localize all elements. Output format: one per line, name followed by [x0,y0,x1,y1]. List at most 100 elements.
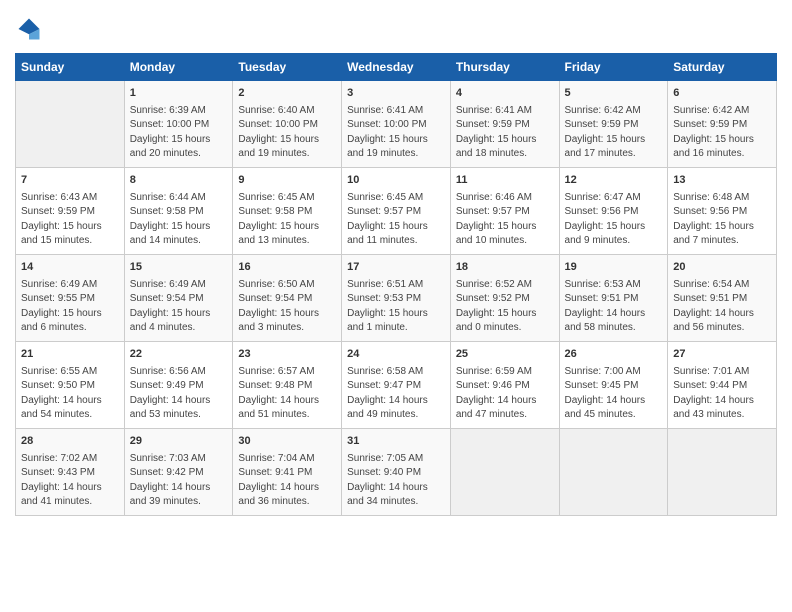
week-row-4: 21Sunrise: 6:55 AM Sunset: 9:50 PM Dayli… [16,341,777,428]
day-number: 18 [456,260,554,276]
calendar-cell: 29 Sunrise: 7:03 AM Sunset: 9:42 PM Dayli… [124,428,233,515]
day-content: Sunrise: 6:49 AM Sunset: 9:55 PM Dayligh… [21,278,119,336]
day-content: Sunrise: 6:42 AM Sunset: 9:59 PM Dayligh… [565,104,663,162]
calendar-cell: 10 Sunrise: 6:45 AM Sunset: 9:57 PM Dayli… [342,167,451,254]
calendar-cell: 16 Sunrise: 6:50 AM Sunset: 9:54 PM Dayli… [233,254,342,341]
day-content: Sunrise: 6:45 AM Sunset: 9:58 PM Dayligh… [238,191,336,249]
day-content: Sunrise: 6:48 AM Sunset: 9:56 PM Dayligh… [673,191,771,249]
day-content: Sunrise: 6:55 AM Sunset: 9:50 PM Dayligh… [21,365,119,423]
day-number: 20 [673,260,771,276]
week-row-3: 14Sunrise: 6:49 AM Sunset: 9:55 PM Dayli… [16,254,777,341]
calendar-cell [16,81,125,168]
day-content: Sunrise: 6:42 AM Sunset: 9:59 PM Dayligh… [673,104,771,162]
calendar-cell: 2 Sunrise: 6:40 AM Sunset: 10:00 PM Dayli… [233,81,342,168]
calendar-cell: 6Sunrise: 6:42 AM Sunset: 9:59 PM Daylig… [668,81,777,168]
day-number: 13 [673,173,771,189]
day-number: 9 [238,173,336,189]
day-number: 7 [21,173,119,189]
weekday-header-friday: Friday [559,54,668,81]
day-number: 12 [565,173,663,189]
calendar-cell: 14Sunrise: 6:49 AM Sunset: 9:55 PM Dayli… [16,254,125,341]
calendar-cell: 11 Sunrise: 6:46 AM Sunset: 9:57 PM Dayli… [450,167,559,254]
calendar-cell [559,428,668,515]
weekday-header-saturday: Saturday [668,54,777,81]
day-content: Sunrise: 6:47 AM Sunset: 9:56 PM Dayligh… [565,191,663,249]
logo [15,15,47,43]
day-number: 4 [456,86,554,102]
calendar-cell: 5 Sunrise: 6:42 AM Sunset: 9:59 PM Daylig… [559,81,668,168]
calendar-cell: 30 Sunrise: 7:04 AM Sunset: 9:41 PM Dayli… [233,428,342,515]
day-content: Sunrise: 6:45 AM Sunset: 9:57 PM Dayligh… [347,191,445,249]
week-row-5: 28Sunrise: 7:02 AM Sunset: 9:43 PM Dayli… [16,428,777,515]
day-number: 30 [238,434,336,450]
calendar-table: SundayMondayTuesdayWednesdayThursdayFrid… [15,53,777,516]
day-content: Sunrise: 7:01 AM Sunset: 9:44 PM Dayligh… [673,365,771,423]
day-number: 3 [347,86,445,102]
day-number: 19 [565,260,663,276]
day-content: Sunrise: 6:41 AM Sunset: 9:59 PM Dayligh… [456,104,554,162]
calendar-cell: 18 Sunrise: 6:52 AM Sunset: 9:52 PM Dayli… [450,254,559,341]
day-content: Sunrise: 7:02 AM Sunset: 9:43 PM Dayligh… [21,452,119,510]
calendar-cell: 15 Sunrise: 6:49 AM Sunset: 9:54 PM Dayli… [124,254,233,341]
day-content: Sunrise: 7:00 AM Sunset: 9:45 PM Dayligh… [565,365,663,423]
calendar-cell: 19 Sunrise: 6:53 AM Sunset: 9:51 PM Dayli… [559,254,668,341]
day-content: Sunrise: 6:54 AM Sunset: 9:51 PM Dayligh… [673,278,771,336]
calendar-cell: 1 Sunrise: 6:39 AM Sunset: 10:00 PM Dayli… [124,81,233,168]
calendar-cell: 24 Sunrise: 6:58 AM Sunset: 9:47 PM Dayli… [342,341,451,428]
day-number: 2 [238,86,336,102]
calendar-cell: 23 Sunrise: 6:57 AM Sunset: 9:48 PM Dayli… [233,341,342,428]
day-content: Sunrise: 6:50 AM Sunset: 9:54 PM Dayligh… [238,278,336,336]
calendar-cell: 31 Sunrise: 7:05 AM Sunset: 9:40 PM Dayli… [342,428,451,515]
week-row-1: 1 Sunrise: 6:39 AM Sunset: 10:00 PM Dayli… [16,81,777,168]
calendar-cell: 3 Sunrise: 6:41 AM Sunset: 10:00 PM Dayli… [342,81,451,168]
day-content: Sunrise: 6:40 AM Sunset: 10:00 PM Daylig… [238,104,336,162]
calendar-cell: 7 Sunrise: 6:43 AM Sunset: 9:59 PM Daylig… [16,167,125,254]
day-content: Sunrise: 6:44 AM Sunset: 9:58 PM Dayligh… [130,191,228,249]
weekday-header-monday: Monday [124,54,233,81]
day-content: Sunrise: 6:53 AM Sunset: 9:51 PM Dayligh… [565,278,663,336]
day-content: Sunrise: 6:57 AM Sunset: 9:48 PM Dayligh… [238,365,336,423]
day-content: Sunrise: 7:04 AM Sunset: 9:41 PM Dayligh… [238,452,336,510]
day-number: 16 [238,260,336,276]
weekday-header-wednesday: Wednesday [342,54,451,81]
day-content: Sunrise: 6:39 AM Sunset: 10:00 PM Daylig… [130,104,228,162]
week-row-2: 7 Sunrise: 6:43 AM Sunset: 9:59 PM Daylig… [16,167,777,254]
day-content: Sunrise: 6:58 AM Sunset: 9:47 PM Dayligh… [347,365,445,423]
day-content: Sunrise: 6:51 AM Sunset: 9:53 PM Dayligh… [347,278,445,336]
weekday-header-tuesday: Tuesday [233,54,342,81]
day-number: 10 [347,173,445,189]
calendar-cell: 25Sunrise: 6:59 AM Sunset: 9:46 PM Dayli… [450,341,559,428]
day-content: Sunrise: 6:41 AM Sunset: 10:00 PM Daylig… [347,104,445,162]
day-content: Sunrise: 7:05 AM Sunset: 9:40 PM Dayligh… [347,452,445,510]
calendar-cell [668,428,777,515]
day-content: Sunrise: 6:56 AM Sunset: 9:49 PM Dayligh… [130,365,228,423]
day-content: Sunrise: 6:43 AM Sunset: 9:59 PM Dayligh… [21,191,119,249]
day-number: 5 [565,86,663,102]
calendar-cell: 20 Sunrise: 6:54 AM Sunset: 9:51 PM Dayli… [668,254,777,341]
day-number: 11 [456,173,554,189]
day-number: 8 [130,173,228,189]
day-number: 15 [130,260,228,276]
day-number: 24 [347,347,445,363]
day-content: Sunrise: 6:59 AM Sunset: 9:46 PM Dayligh… [456,365,554,423]
calendar-cell: 22Sunrise: 6:56 AM Sunset: 9:49 PM Dayli… [124,341,233,428]
day-number: 26 [565,347,663,363]
day-number: 23 [238,347,336,363]
calendar-cell: 12 Sunrise: 6:47 AM Sunset: 9:56 PM Dayli… [559,167,668,254]
logo-icon [15,15,43,43]
day-content: Sunrise: 6:46 AM Sunset: 9:57 PM Dayligh… [456,191,554,249]
calendar-cell: 17Sunrise: 6:51 AM Sunset: 9:53 PM Dayli… [342,254,451,341]
calendar-cell: 27Sunrise: 7:01 AM Sunset: 9:44 PM Dayli… [668,341,777,428]
day-number: 31 [347,434,445,450]
calendar-cell [450,428,559,515]
page-header [15,15,777,43]
calendar-cell: 28Sunrise: 7:02 AM Sunset: 9:43 PM Dayli… [16,428,125,515]
weekday-header-row: SundayMondayTuesdayWednesdayThursdayFrid… [16,54,777,81]
day-number: 1 [130,86,228,102]
day-content: Sunrise: 6:52 AM Sunset: 9:52 PM Dayligh… [456,278,554,336]
day-content: Sunrise: 6:49 AM Sunset: 9:54 PM Dayligh… [130,278,228,336]
weekday-header-sunday: Sunday [16,54,125,81]
calendar-cell: 4 Sunrise: 6:41 AM Sunset: 9:59 PM Daylig… [450,81,559,168]
day-content: Sunrise: 7:03 AM Sunset: 9:42 PM Dayligh… [130,452,228,510]
day-number: 29 [130,434,228,450]
